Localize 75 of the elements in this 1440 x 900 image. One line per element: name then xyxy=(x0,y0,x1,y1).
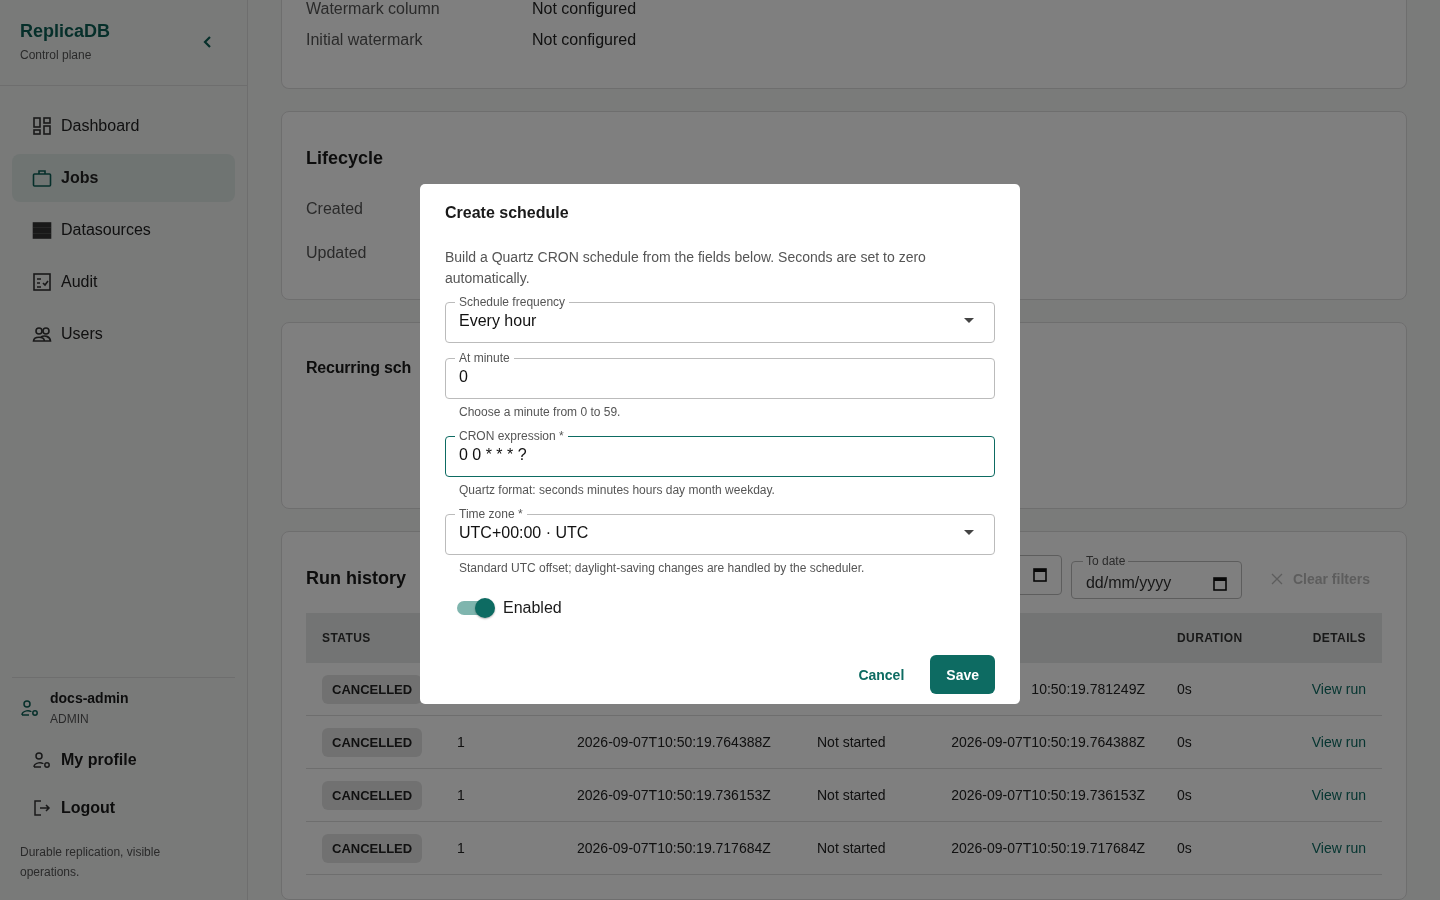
view-run-link[interactable]: View run xyxy=(1311,840,1366,856)
toggle-switch[interactable] xyxy=(457,601,493,615)
account-menu-item[interactable]: Logout xyxy=(12,784,235,832)
status-badge: CANCELLED xyxy=(322,781,423,810)
table-cell: 2026-09-07T10:50:19.717684Z xyxy=(577,840,771,856)
table-cell: 1 xyxy=(457,787,465,803)
caret-icon xyxy=(964,529,974,535)
table-cell: 0s xyxy=(1177,681,1192,697)
nav-item[interactable]: Audit xyxy=(12,258,235,306)
table-cell: 0s xyxy=(1177,787,1192,803)
table-cell: Not started xyxy=(817,787,886,803)
detail-label: Updated xyxy=(306,244,367,262)
table-cell: 2026-09-07T10:50:19.736153Z xyxy=(951,787,1145,803)
table-cell: 0s xyxy=(1177,840,1192,856)
detail-label: Watermark column xyxy=(306,0,440,18)
nav-item[interactable]: Users xyxy=(12,310,235,358)
dialog-description: Build a Quartz CRON schedule from the fields below. Seconds are set to zero automatically. xyxy=(445,248,927,288)
table-cell: 1 xyxy=(457,840,465,856)
select-field[interactable]: Time zone * UTC+00:00 · UTC xyxy=(445,507,995,555)
nav-item[interactable]: Datasources xyxy=(12,206,235,254)
nav-item[interactable]: Jobs xyxy=(12,154,235,202)
helper-text: Quartz format: seconds minutes hours day month weekday. xyxy=(459,483,776,497)
detail-value: Not configured xyxy=(532,0,637,18)
view-run-link[interactable]: View run xyxy=(1311,787,1366,803)
cancel-button[interactable]: Cancel xyxy=(842,655,921,694)
table-cell: 2026-09-07T10:50:19.764388Z xyxy=(577,734,771,750)
detail-label: Initial watermark xyxy=(306,31,423,49)
table-cell: 2026-09-07T10:50:19.717684Z xyxy=(951,840,1145,856)
column-header: DETAILS xyxy=(1278,613,1382,663)
status-badge: CANCELLED xyxy=(322,675,423,704)
view-run-link[interactable]: View run xyxy=(1311,681,1366,697)
helper-text: Choose a minute from 0 to 59. xyxy=(459,405,622,419)
calendar-icon xyxy=(1212,575,1227,591)
card-title: Run history xyxy=(306,568,406,589)
column-header: DURATION xyxy=(1161,613,1279,663)
account-menu-item[interactable]: My profile xyxy=(12,736,235,784)
datasources-icon xyxy=(32,220,52,240)
status-badge: CANCELLED xyxy=(322,834,423,863)
calendar-icon xyxy=(1032,567,1047,582)
card-title: Lifecycle xyxy=(306,148,384,169)
collapse-chevron-icon[interactable] xyxy=(203,34,213,49)
user-name: docs-admin xyxy=(50,690,129,706)
card-title: Recurring sch xyxy=(306,359,411,377)
save-button[interactable]: Save xyxy=(930,655,995,694)
logout-icon xyxy=(32,798,52,818)
user-settings-icon xyxy=(32,750,52,770)
input-field[interactable]: At minute 0 xyxy=(445,351,995,399)
close-icon xyxy=(1270,572,1283,585)
status-badge: CANCELLED xyxy=(322,728,423,757)
detail-label: Created xyxy=(306,200,363,218)
jobs-icon xyxy=(32,168,52,188)
toggle-label: Enabled xyxy=(503,599,562,617)
date-field[interactable]: To date dd/mm/yyyy xyxy=(1070,554,1242,599)
dashboard-icon xyxy=(32,116,52,136)
sidebar-footer-text: Durable replication, visible operations. xyxy=(20,844,162,881)
input-field[interactable]: CRON expression * 0 0 * * * ? xyxy=(445,429,995,477)
nav-item[interactable]: Dashboard xyxy=(12,102,235,150)
user-settings-icon xyxy=(20,698,40,718)
table-cell: Not started xyxy=(817,840,886,856)
detail-value: Not configured xyxy=(532,31,637,49)
brand-subtitle: Control plane xyxy=(20,48,93,62)
table-cell: 10:50:19.781249Z xyxy=(1031,681,1145,697)
audit-icon xyxy=(32,272,52,292)
helper-text: Standard UTC offset; daylight-saving changes are handled by the scheduler. xyxy=(459,561,866,575)
table-cell: 1 xyxy=(457,734,465,750)
view-run-link[interactable]: View run xyxy=(1311,734,1366,750)
user-role: ADMIN xyxy=(50,712,90,726)
users-icon xyxy=(32,324,52,344)
brand-name: ReplicaDB xyxy=(20,21,111,42)
select-field[interactable]: Schedule frequency Every hour xyxy=(445,295,995,343)
table-cell: 2026-09-07T10:50:19.736153Z xyxy=(577,787,771,803)
table-cell: 0s xyxy=(1177,734,1192,750)
dialog-title: Create schedule xyxy=(445,204,570,222)
table-cell: 2026-09-07T10:50:19.764388Z xyxy=(951,734,1145,750)
table-cell: Not started xyxy=(817,734,886,750)
